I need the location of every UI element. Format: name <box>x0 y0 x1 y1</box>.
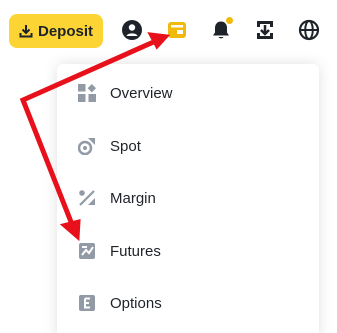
menu-item-margin[interactable]: Margin <box>57 178 319 218</box>
menu-item-spot[interactable]: Spot <box>57 126 319 166</box>
annotation-arrowhead-top <box>147 32 171 50</box>
notification-dot <box>225 16 234 25</box>
margin-icon <box>77 188 97 208</box>
menu-item-options[interactable]: Options <box>57 283 319 323</box>
overview-icon <box>77 83 97 103</box>
deposit-button[interactable]: Deposit <box>9 14 103 48</box>
globe-icon[interactable] <box>298 19 320 41</box>
menu-item-label: Futures <box>110 242 161 260</box>
bell-icon[interactable] <box>210 16 234 41</box>
menu-item-label: Overview <box>110 84 173 102</box>
menu-item-label: Spot <box>110 137 141 155</box>
menu-item-futures[interactable]: Futures <box>57 231 319 271</box>
menu-item-overview[interactable]: Overview <box>57 73 319 113</box>
user-icon[interactable] <box>121 19 143 41</box>
menu-item-label: Options <box>110 294 162 312</box>
menu-item-label: Margin <box>110 189 156 207</box>
transfer-icon[interactable] <box>254 19 276 41</box>
spot-icon <box>77 136 97 156</box>
page: Deposit Overview Spot Margin Futures Opt… <box>0 0 337 333</box>
options-icon <box>77 293 97 313</box>
futures-icon <box>77 241 97 261</box>
download-icon <box>19 24 33 38</box>
wallet-dropdown-menu: Overview Spot Margin Futures Options <box>57 64 319 333</box>
wallet-icon[interactable] <box>166 19 188 41</box>
deposit-label: Deposit <box>37 22 93 40</box>
